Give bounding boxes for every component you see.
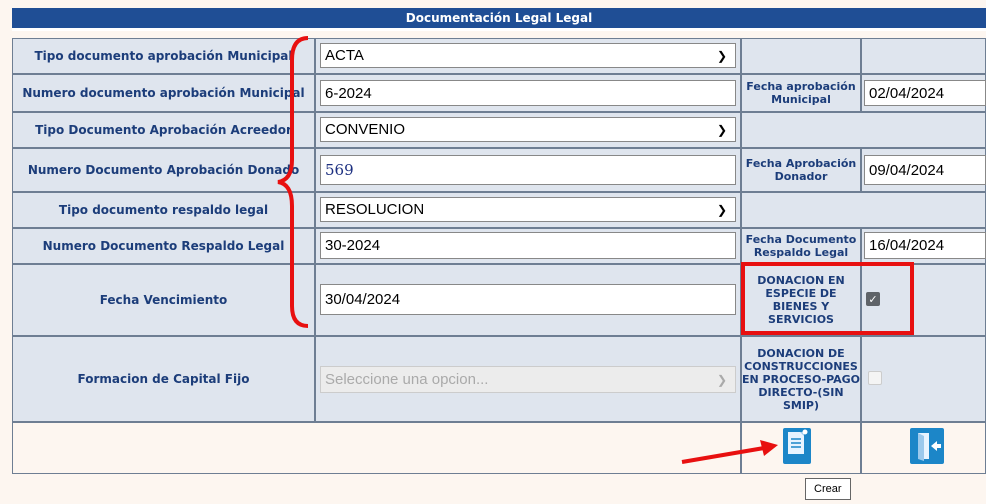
- input-fecha-aprobacion-donador[interactable]: 09/04/2024: [864, 155, 986, 185]
- chevron-down-icon: ❯: [716, 372, 727, 387]
- empty-cell: [741, 38, 861, 74]
- header-divider: [12, 28, 986, 31]
- create-tooltip: Crear: [805, 478, 851, 500]
- select-value: RESOLUCION: [325, 201, 425, 218]
- select-value: ACTA: [325, 47, 364, 64]
- select-tipo-doc-acreedor[interactable]: CONVENIO ❯: [320, 117, 736, 142]
- input-numero-doc-respaldo[interactable]: 30-2024: [320, 232, 736, 259]
- chevron-down-icon: ❯: [716, 122, 727, 137]
- checkbox-donacion-construcciones[interactable]: [868, 371, 882, 385]
- select-value: CONVENIO: [325, 121, 406, 138]
- input-numero-doc-donado[interactable]: 569: [320, 155, 736, 185]
- section-header: Documentación Legal Legal: [12, 8, 986, 28]
- label-fecha-aprobacion-donador: Fecha Aprobación Donador: [741, 148, 861, 192]
- empty-cell: [861, 38, 986, 74]
- label-tipo-doc-municipal: Tipo documento aprobación Municipal: [12, 38, 315, 74]
- exit-button[interactable]: [910, 428, 944, 464]
- input-fecha-vencimiento[interactable]: 30/04/2024: [320, 284, 736, 315]
- label-numero-doc-donado: Numero Documento Aprobación Donado: [12, 148, 315, 192]
- label-fecha-vencimiento: Fecha Vencimiento: [12, 264, 315, 336]
- label-donacion-construcciones: DONACION DE CONSTRUCCIONES EN PROCESO-PA…: [741, 336, 861, 422]
- red-arrow-annotation: [681, 440, 778, 464]
- label-fecha-aprobacion-municipal: Fecha aprobación Municipal: [741, 74, 861, 112]
- select-formacion-capital[interactable]: Seleccione una opcion... ❯: [320, 366, 736, 393]
- empty-cell: [741, 192, 986, 228]
- label-numero-doc-municipal: Numero documento aprobación Municipal: [12, 74, 315, 112]
- red-highlight-box: [741, 262, 914, 335]
- label-numero-doc-respaldo: Numero Documento Respaldo Legal: [12, 228, 315, 264]
- label-tipo-doc-respaldo: Tipo documento respaldo legal: [12, 192, 315, 228]
- chevron-down-icon: ❯: [716, 48, 727, 63]
- label-tipo-doc-acreedor: Tipo Documento Aprobación Acreedor: [12, 112, 315, 148]
- select-placeholder: Seleccione una opcion...: [325, 371, 489, 388]
- label-formacion-capital: Formacion de Capital Fijo: [12, 336, 315, 422]
- chevron-down-icon: ❯: [716, 202, 727, 217]
- empty-cell: [741, 112, 986, 148]
- select-tipo-doc-respaldo[interactable]: RESOLUCION ❯: [320, 197, 736, 222]
- select-tipo-doc-municipal[interactable]: ACTA ❯: [320, 43, 736, 68]
- input-numero-doc-municipal[interactable]: 6-2024: [320, 80, 736, 106]
- input-fecha-doc-respaldo[interactable]: 16/04/2024: [864, 232, 986, 259]
- red-brace-annotation: [277, 36, 309, 328]
- exit-door-icon: [918, 433, 941, 461]
- label-fecha-doc-respaldo: Fecha Documento Respaldo Legal: [741, 228, 861, 264]
- input-fecha-aprobacion-municipal[interactable]: 02/04/2024: [864, 80, 986, 106]
- button-row-spacer: [12, 422, 741, 474]
